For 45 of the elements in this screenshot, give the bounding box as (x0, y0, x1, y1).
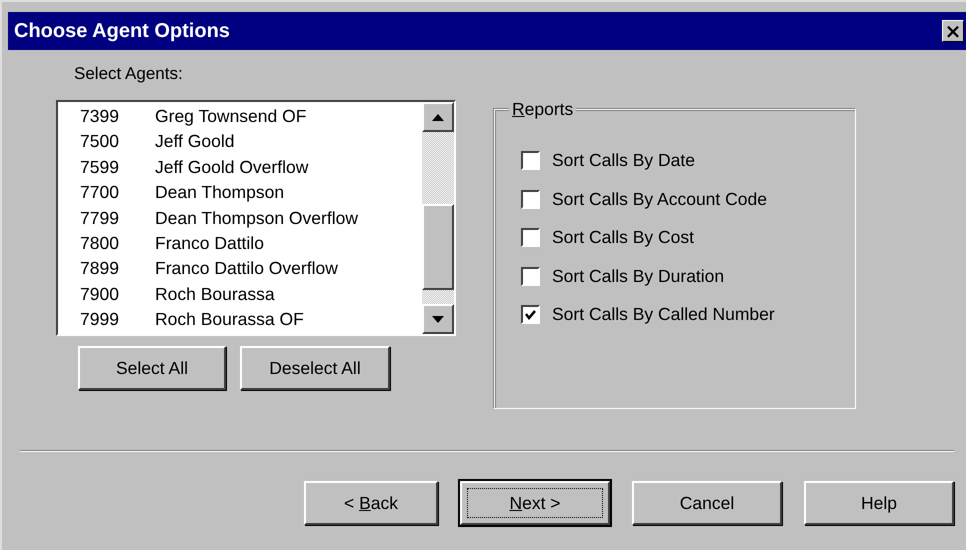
agent-number: 7399 (80, 105, 120, 128)
checkbox[interactable] (521, 151, 540, 170)
wizard-button[interactable]: Help (804, 481, 954, 525)
window-title: Choose Agent Options (13, 20, 230, 42)
down-arrow-icon (432, 316, 444, 322)
checkbox[interactable] (521, 266, 540, 286)
agent-name: Jeff Goold (155, 130, 234, 154)
scroll-down-button[interactable] (422, 304, 454, 334)
agent-name: Greg Townsend OF (155, 105, 306, 128)
up-arrow-icon (432, 114, 444, 120)
checkbox[interactable] (521, 305, 540, 324)
scroll-up-button[interactable] (422, 102, 454, 132)
scroll-thumb[interactable] (422, 204, 454, 290)
agent-name: Roch Bourassa (155, 282, 275, 306)
option-label: Sort Calls By Duration (552, 266, 724, 286)
option-label: Sort Calls By Called Number (552, 304, 775, 325)
agents-label: Select Agents: (73, 64, 184, 85)
agent-list[interactable]: 7399 Greg Townsend OF 7500 Jeff Goold 7599 Jeff Goold Overflow 7700 Dean Thompson 7799 Dean Thompson Overflow 7800 Franco Dattilo 7899 Franco Dattilo Overflow 7900 Roch Bourassa 7999 Roch Bourassa OF (56, 100, 456, 336)
agent-name: Franco Dattilo (155, 232, 264, 255)
option-label: Sort Calls By Account Code (552, 188, 767, 210)
agent-number: 7500 (80, 130, 120, 154)
select-button[interactable]: Deselect All (240, 346, 390, 390)
agent-name: Dean Thompson Overflow (155, 206, 358, 230)
agent-number: 7999 (80, 308, 120, 332)
agent-number: 7800 (80, 232, 120, 255)
option-label: Sort Calls By Date (552, 150, 695, 171)
option-label: Sort Calls By Cost (552, 227, 694, 248)
agent-name: Roch Bourassa OF (155, 308, 304, 332)
wizard-button[interactable]: Next > (460, 481, 610, 525)
agent-name: Jeff Goold Overflow (155, 156, 308, 179)
agent-number: 7700 (80, 181, 120, 204)
wizard-button[interactable]: Cancel (632, 481, 782, 525)
agent-number: 7899 (80, 257, 120, 280)
wizard-button[interactable]: < Back (304, 481, 438, 525)
agent-number: 7900 (80, 282, 120, 306)
checkbox[interactable] (521, 228, 540, 247)
close-button[interactable]: × (942, 20, 964, 42)
agent-name: Franco Dattilo Overflow (155, 257, 338, 280)
scrollbar[interactable] (422, 102, 454, 334)
agent-name: Dean Thompson (155, 181, 284, 204)
check-icon (525, 310, 536, 320)
agent-number: 7799 (80, 206, 120, 230)
agent-number: 7599 (80, 156, 120, 179)
checkbox[interactable] (521, 190, 540, 208)
select-button[interactable]: Select All (78, 346, 226, 390)
